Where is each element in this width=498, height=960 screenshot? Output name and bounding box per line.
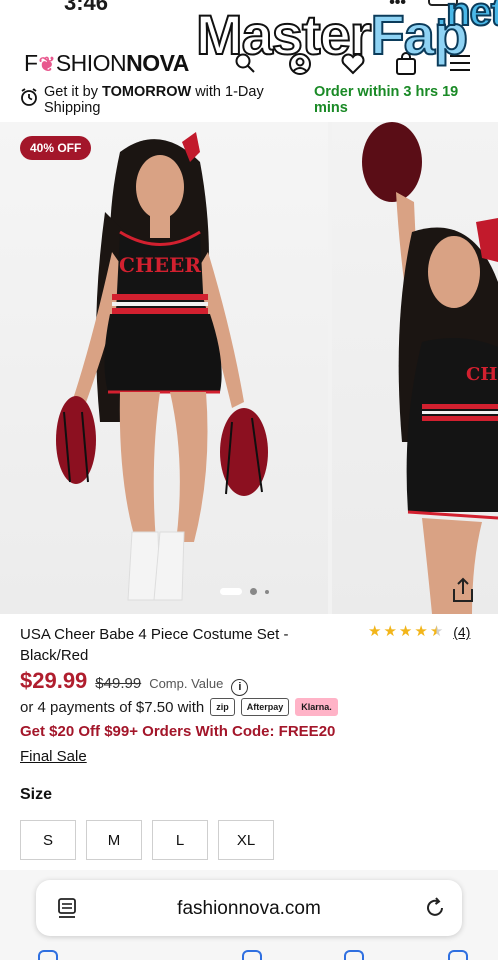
- sale-price: $29.99: [20, 668, 88, 693]
- address-bar[interactable]: fashionnova.com: [36, 880, 462, 936]
- reload-icon[interactable]: [424, 896, 446, 920]
- final-sale-link[interactable]: Final Sale: [20, 748, 87, 765]
- logo-fashion-rest: SHION: [55, 50, 127, 76]
- info-icon[interactable]: i: [231, 678, 249, 696]
- pink-ribbon-icon: ❦: [38, 54, 56, 76]
- carousel-dot-active[interactable]: [220, 588, 242, 595]
- share-sheet-icon[interactable]: [242, 950, 262, 960]
- model-front-illustration: CHEER: [56, 132, 268, 601]
- watermark: MasterFap .net: [195, 0, 498, 67]
- size-heading: Size: [20, 786, 53, 803]
- size-option-s[interactable]: S: [20, 820, 76, 860]
- product-title: USA Cheer Babe 4 Piece Costume Set - Bla…: [20, 626, 289, 664]
- carousel-dot[interactable]: [250, 588, 257, 595]
- svg-text:CHEER: CHEER: [119, 253, 201, 277]
- back-icon[interactable]: [38, 950, 58, 960]
- comp-value-label: Comp. Value: [149, 676, 224, 691]
- logo-fashion-part: F❦SHION: [24, 50, 127, 77]
- logo-f: F: [24, 50, 38, 76]
- logo-nova-part: NOVA: [126, 50, 189, 76]
- discount-badge: 40% OFF: [20, 136, 92, 160]
- star-full-icon: ★: [414, 623, 428, 640]
- promo-code-message: Get $20 Off $99+ Orders With Code: FREE2…: [20, 723, 336, 740]
- share-icon[interactable]: [450, 576, 476, 604]
- model-side-illustration: CHE: [362, 122, 498, 614]
- watermark-net: .net: [435, 0, 498, 35]
- product-image-side[interactable]: CHE: [332, 122, 498, 614]
- installment-row: or 4 payments of $7.50 with zip Afterpay…: [20, 698, 338, 716]
- product-image-gallery[interactable]: CHEER 40% OFF CH: [0, 122, 498, 614]
- star-full-icon: ★: [368, 623, 382, 640]
- tabs-icon[interactable]: [448, 950, 468, 960]
- svg-text:CHE: CHE: [466, 364, 498, 385]
- status-time: 3:46: [64, 0, 109, 15]
- clock-icon: [21, 88, 37, 106]
- product-image-front[interactable]: CHEER 40% OFF: [0, 122, 328, 614]
- installment-text: or 4 payments of $7.50 with: [20, 698, 205, 716]
- star-half-icon: ★: [429, 623, 444, 640]
- afterpay-badge[interactable]: Afterpay: [240, 698, 290, 716]
- zip-badge[interactable]: zip: [210, 698, 235, 716]
- carousel-indicators[interactable]: [220, 588, 269, 595]
- carousel-dot[interactable]: [265, 589, 269, 594]
- order-countdown: Order within 3 hrs 19 mins: [314, 84, 459, 116]
- price-row: $29.99 $49.99 Comp. Value i: [20, 668, 249, 696]
- klarna-badge[interactable]: Klarna.: [295, 698, 338, 716]
- size-option-l[interactable]: L: [152, 820, 208, 860]
- fashion-nova-logo[interactable]: F❦SHION NOVA: [24, 50, 189, 77]
- bookmarks-icon[interactable]: [344, 950, 364, 960]
- size-option-xl[interactable]: XL: [218, 820, 274, 860]
- star-full-icon: ★: [383, 623, 397, 640]
- star-full-icon: ★: [398, 623, 413, 640]
- rating-summary[interactable]: ★ ★ ★ ★ ★ (4): [368, 623, 470, 641]
- size-option-m[interactable]: M: [86, 820, 142, 860]
- shipping-highlight: TOMORROW: [102, 84, 192, 100]
- original-price: $49.99: [95, 675, 142, 692]
- shipping-banner: Get it by TOMORROW with 1-Day Shipping O…: [0, 82, 498, 120]
- review-count-link[interactable]: (4): [453, 624, 470, 640]
- shipping-message: Get it by TOMORROW with 1-Day Shipping: [44, 84, 294, 116]
- watermark-master: Master: [195, 2, 373, 67]
- shipping-prefix: Get it by: [44, 84, 103, 100]
- url-text[interactable]: fashionnova.com: [36, 898, 462, 920]
